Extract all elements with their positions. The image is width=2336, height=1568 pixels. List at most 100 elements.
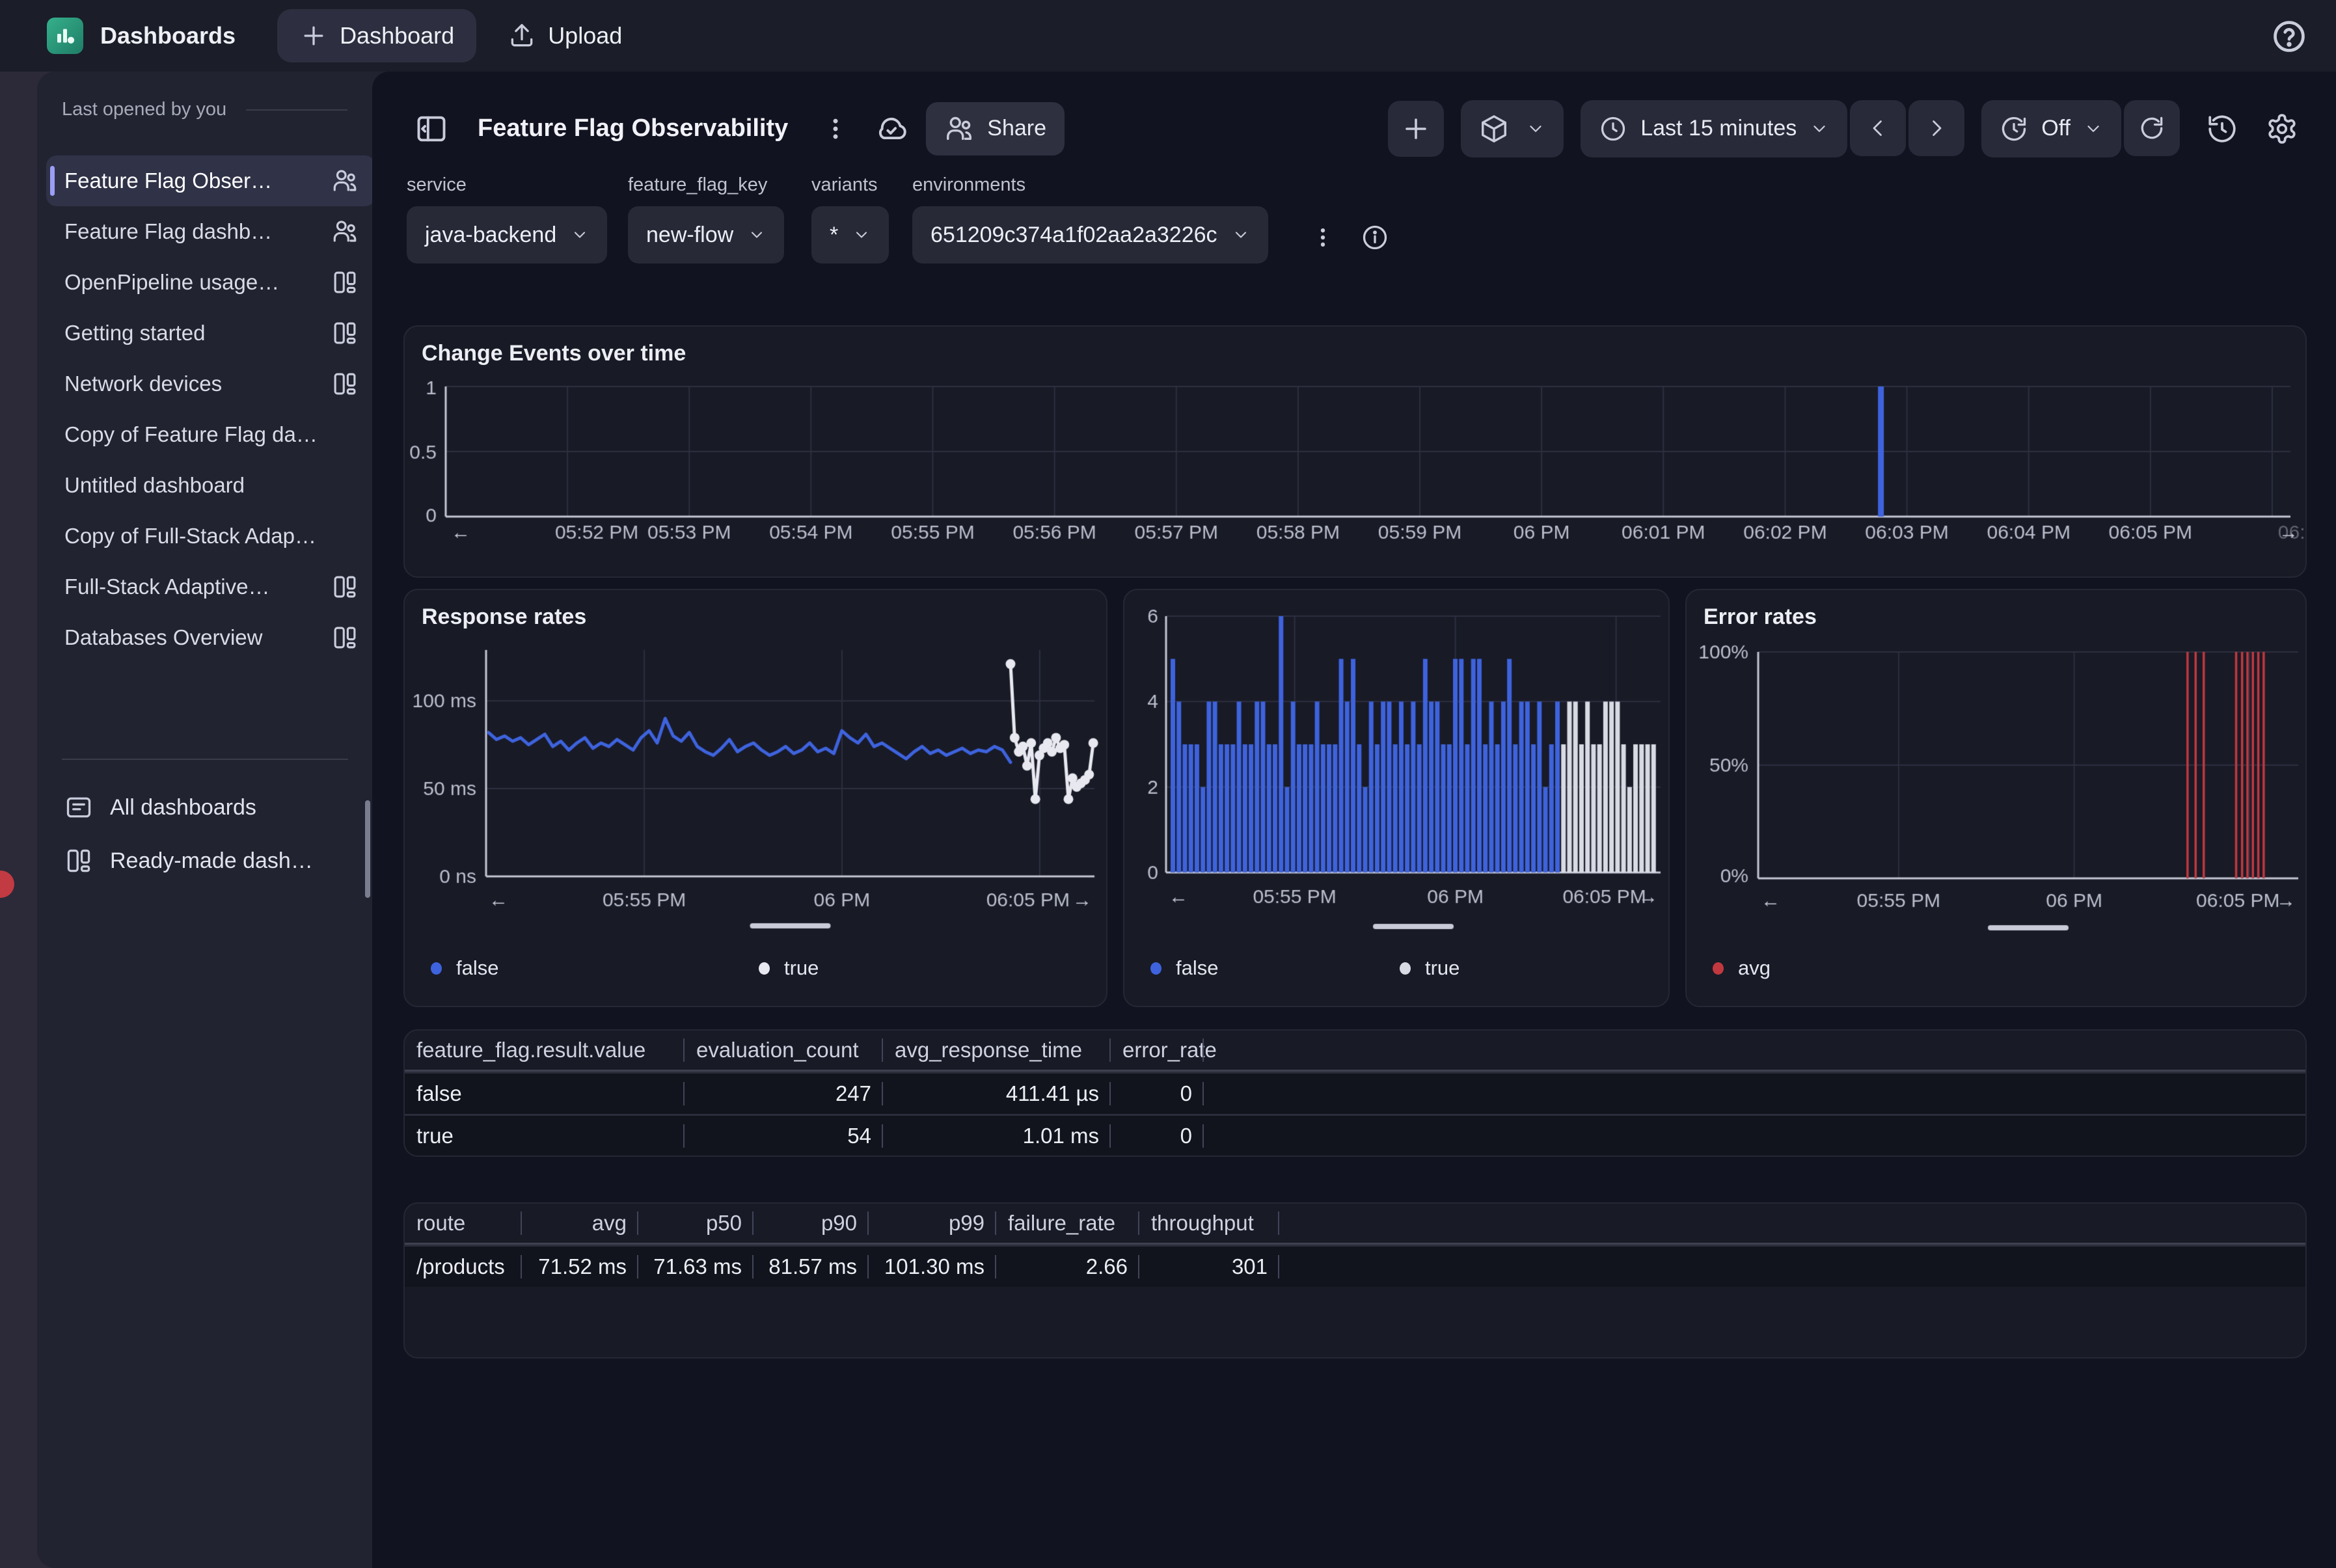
error-rates-panel: Error rates avg [1685, 589, 2307, 1007]
feature-flag-results-table: feature_flag.result.value evaluation_cou… [403, 1029, 2307, 1157]
layout-icon [331, 573, 359, 601]
legend-item-false[interactable]: false [431, 956, 759, 980]
sidebar-item-ready-made-dashboards[interactable]: Ready-made dash… [46, 834, 331, 887]
new-dashboard-button[interactable]: Dashboard [277, 9, 476, 62]
column-header[interactable]: feature_flag.result.value [405, 1031, 685, 1070]
app-panel: Last opened by you Feature Flag Obser… F… [37, 72, 2336, 1568]
column-header[interactable]: p90 [754, 1204, 869, 1243]
divider [62, 759, 348, 760]
legend-dot [759, 962, 770, 975]
share-button[interactable]: Share [926, 102, 1065, 155]
filter-label: variants [811, 174, 889, 196]
legend-dot [1713, 962, 1724, 975]
filters-kebab-menu-icon[interactable] [1300, 215, 1346, 260]
app-logo-icon[interactable] [47, 18, 83, 54]
layout-icon [64, 846, 93, 875]
help-icon[interactable] [2271, 18, 2307, 55]
legend-item-true[interactable]: true [759, 956, 1087, 980]
layout-icon [331, 624, 359, 651]
settings-gear-icon[interactable] [2254, 101, 2310, 157]
column-header[interactable]: avg_response_time [883, 1031, 1111, 1070]
filter-feature-flag-key-dropdown[interactable]: new-flow [628, 206, 784, 264]
collapse-sidebar-button[interactable] [403, 101, 459, 157]
info-icon[interactable] [1352, 215, 1398, 260]
column-header[interactable]: throughput [1139, 1204, 1279, 1243]
table-row[interactable]: true 54 1.01 ms 0 [405, 1114, 2305, 1156]
sidebar: Last opened by you Feature Flag Obser… F… [37, 72, 372, 1568]
column-header[interactable]: route [405, 1204, 522, 1243]
filter-variants-dropdown[interactable]: * [811, 206, 889, 264]
change-events-chart[interactable] [410, 373, 2303, 569]
column-header[interactable]: evaluation_count [685, 1031, 883, 1070]
page-title: Feature Flag Observability [478, 115, 788, 142]
clock-icon [1599, 115, 1627, 143]
auto-refresh-dropdown[interactable]: Off [1981, 100, 2121, 157]
legend-item-false[interactable]: false [1150, 956, 1400, 980]
column-header[interactable]: p50 [638, 1204, 754, 1243]
sidebar-item-all-dashboards[interactable]: All dashboards [46, 781, 331, 834]
column-header[interactable]: p99 [869, 1204, 996, 1243]
sidebar-item-feature-flag-dashboard[interactable]: Feature Flag dashb… [46, 206, 375, 257]
legend-item-true[interactable]: true [1400, 956, 1649, 980]
column-header[interactable]: error_rate [1111, 1031, 1204, 1070]
users-icon [944, 114, 974, 144]
response-rates-chart[interactable] [411, 636, 1101, 945]
filter-label: environments [912, 174, 1268, 196]
chart-legend: avg [1713, 956, 2286, 980]
variables-dropdown[interactable] [1461, 100, 1564, 157]
column-header[interactable]: avg [522, 1204, 638, 1243]
upload-button[interactable]: Upload [485, 9, 644, 62]
chevron-down-icon [1526, 119, 1545, 139]
sidebar-item-feature-flag-observability[interactable]: Feature Flag Obser… [46, 155, 375, 206]
time-range-dropdown[interactable]: Last 15 minutes [1581, 100, 1847, 157]
sidebar-item-full-stack-adaptive[interactable]: Full-Stack Adaptive… [46, 561, 375, 612]
sidebar-item-network-devices[interactable]: Network devices [46, 358, 375, 409]
sidebar-item-copy-of-full-stack[interactable]: Copy of Full-Stack Adap… [46, 511, 375, 561]
chart-legend: false true [431, 956, 1087, 980]
error-rates-chart[interactable] [1693, 626, 2302, 951]
add-panel-button[interactable] [1388, 101, 1444, 157]
sidebar-item-untitled-dashboard[interactable]: Untitled dashboard [46, 460, 375, 511]
sidebar-item-databases-overview[interactable]: Databases Overview [46, 612, 375, 663]
evaluation-counts-panel: false true [1123, 589, 1670, 1007]
filter-label: service [407, 174, 607, 196]
time-forward-button[interactable] [1908, 100, 1964, 156]
legend-item-avg[interactable]: avg [1713, 956, 2000, 980]
nav-dashboards[interactable]: Dashboards [100, 22, 236, 49]
dashboard-header: Feature Flag Observability Share [403, 98, 2310, 159]
chevron-down-icon [571, 226, 589, 244]
legend-dot [1400, 962, 1411, 975]
evaluation-counts-chart[interactable] [1131, 600, 1664, 945]
table-row[interactable]: false 247 411.41 µs 0 [405, 1072, 2305, 1114]
sidebar-section-label: Last opened by you [62, 99, 226, 120]
sidebar-item-getting-started[interactable]: Getting started [46, 308, 375, 358]
table-header-row: feature_flag.result.value evaluation_cou… [405, 1031, 2305, 1072]
layout-icon [331, 269, 359, 296]
refresh-button[interactable] [2124, 100, 2180, 156]
alert-badge [0, 871, 14, 898]
chevron-down-icon [852, 226, 871, 244]
filter-service-dropdown[interactable]: java-backend [407, 206, 607, 264]
layout-icon [331, 319, 359, 347]
sidebar-item-copy-of-feature-flag[interactable]: Copy of Feature Flag da… [46, 409, 375, 460]
cube-icon [1479, 114, 1509, 144]
layout-icon [331, 370, 359, 398]
divider [246, 109, 347, 111]
column-header[interactable]: failure_rate [996, 1204, 1139, 1243]
sidebar-item-openpipeline-usage[interactable]: OpenPipeline usage… [46, 257, 375, 308]
table-row[interactable]: /products 71.52 ms 71.63 ms 81.57 ms 101… [405, 1245, 2305, 1287]
kebab-menu-icon[interactable] [808, 101, 863, 157]
main-content: Feature Flag Observability Share [372, 72, 2336, 1568]
filter-environments-dropdown[interactable]: 651209c374a1f02aa2a3226c [912, 206, 1268, 264]
sidebar-scrollbar[interactable] [365, 800, 370, 898]
chevron-down-icon [1810, 119, 1829, 139]
users-icon [331, 218, 359, 245]
history-icon[interactable] [2194, 101, 2250, 157]
cloud-sync-icon[interactable] [863, 101, 919, 157]
time-back-button[interactable] [1850, 100, 1906, 156]
chevron-down-icon [748, 226, 766, 244]
chart-title: Change Events over time [422, 341, 686, 366]
upload-icon [508, 21, 536, 50]
chevron-down-icon [1232, 226, 1250, 244]
change-events-panel: Change Events over time [403, 325, 2307, 578]
